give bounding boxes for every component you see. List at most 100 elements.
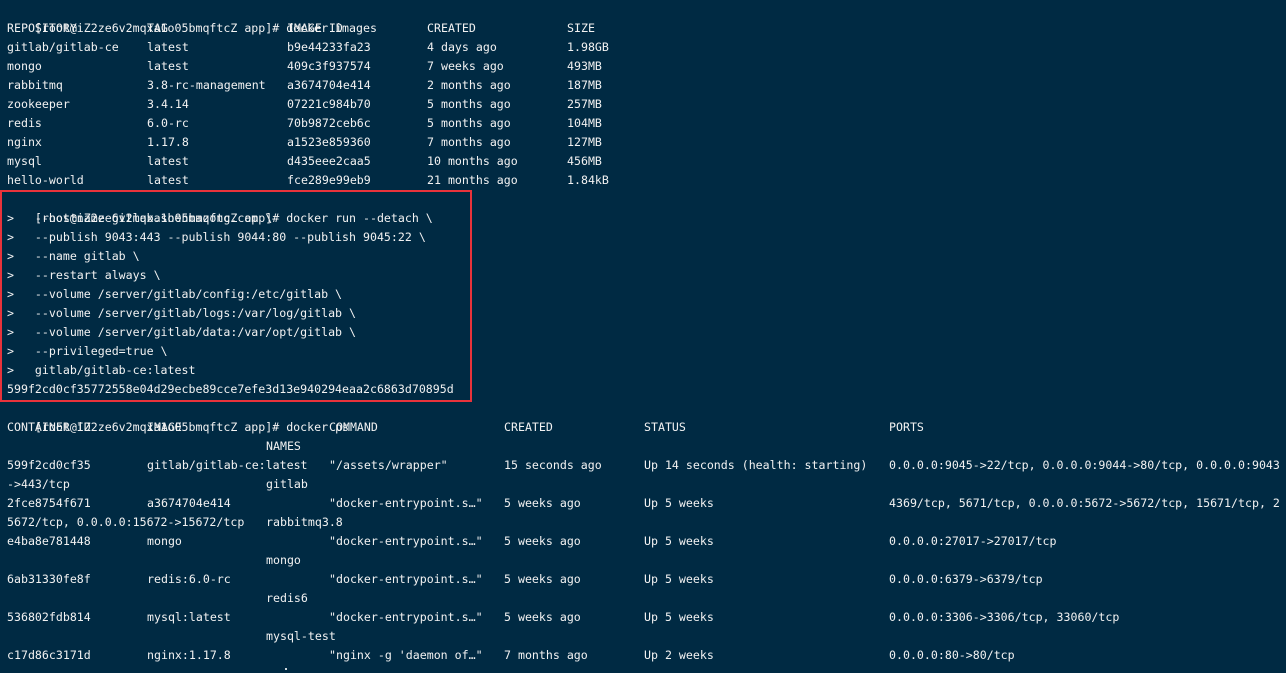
continuation-line: > --volume /server/gitlab/data:/var/opt/…: [7, 325, 357, 339]
image-id-cell: d435eee2caa5: [287, 154, 371, 168]
repository-cell: mysql: [7, 154, 42, 168]
size-cell: 257MB: [567, 97, 602, 111]
column-header-names: NAMES: [266, 439, 301, 453]
column-header-status: STATUS: [644, 420, 686, 434]
ps-table-row: 536802fdb814 mysql:latest "docker-entryp…: [7, 608, 1119, 627]
images-table-row: zookeeper 3.4.14 07221c984b70 5 months a…: [7, 95, 602, 114]
column-header-created: CREATED: [504, 420, 553, 434]
image-cell: a3674704e414: [147, 496, 231, 510]
size-cell: 187MB: [567, 78, 602, 92]
status-cell: Up 5 weeks: [644, 534, 714, 548]
image-cell: gitlab/gitlab-ce:latest: [147, 458, 308, 472]
ports-cell: 4369/tcp, 5671/tcp, 0.0.0.0:5672->5672/t…: [889, 496, 1280, 510]
created-cell: 5 months ago: [427, 116, 511, 130]
size-cell: 1.98GB: [567, 40, 609, 54]
column-header-created: CREATED: [427, 21, 476, 35]
names-cell: gitlab: [266, 477, 308, 491]
image-cell: mysql:latest: [147, 610, 231, 624]
ps-table-row: 6ab31330fe8f redis:6.0-rc "docker-entryp…: [7, 570, 1043, 589]
continuation-line: > --restart always \: [7, 268, 161, 282]
images-table-row: mysql latest d435eee2caa5 10 months ago …: [7, 152, 602, 171]
command-cell: "nginx -g 'daemon of…": [329, 648, 483, 662]
images-table-header: REPOSITORY TAG IMAGE ID CREATED SIZE: [7, 19, 595, 38]
created-cell: 15 seconds ago: [504, 458, 602, 472]
created-cell: 5 weeks ago: [504, 610, 581, 624]
repository-cell: gitlab/gitlab-ce: [7, 40, 119, 54]
created-cell: 5 weeks ago: [504, 534, 581, 548]
image-id-cell: fce289e99eb9: [287, 173, 371, 187]
image-id-cell: 70b9872ceb6c: [287, 116, 371, 130]
images-table-row: nginx 1.17.8 a1523e859360 7 months ago 1…: [7, 133, 602, 152]
terminal-window[interactable]: [root@iZ2ze6v2mqxa1o05bmqftcZ app]# dock…: [0, 0, 1286, 673]
container-id-output: 599f2cd0cf35772558e04d29ecbe89cce7efe3d1…: [7, 382, 454, 396]
prompt-line-ps: [root@iZ2ze6v2mqxa1o05bmqftcZ app]# dock…: [7, 399, 349, 434]
prompt-line-images: [root@iZ2ze6v2mqxa1o05bmqftcZ app]# dock…: [7, 0, 377, 35]
ps-table-row: 599f2cd0cf35 gitlab/gitlab-ce:latest "/a…: [7, 456, 1280, 475]
command-cell: "docker-entrypoint.s…": [329, 610, 483, 624]
container-id-cell: e4ba8e781448: [7, 534, 91, 548]
tag-cell: 1.17.8: [147, 135, 189, 149]
ports-cell: 0.0.0.0:3306->3306/tcp, 33060/tcp: [889, 610, 1120, 624]
size-cell: 127MB: [567, 135, 602, 149]
repository-cell: mongo: [7, 59, 42, 73]
created-cell: 5 weeks ago: [504, 496, 581, 510]
ps-table-row-wrap: redis6: [7, 589, 308, 608]
images-table-row: mongo latest 409c3f937574 7 weeks ago 49…: [7, 57, 602, 76]
ports-cell-continuation: 5672/tcp, 0.0.0.0:15672->15672/tcp: [7, 515, 245, 529]
repository-cell: redis: [7, 116, 42, 130]
status-cell: Up 5 weeks: [644, 496, 714, 510]
container-id-cell: 536802fdb814: [7, 610, 91, 624]
column-header-ports: PORTS: [889, 420, 924, 434]
status-cell: Up 5 weeks: [644, 610, 714, 624]
container-id-cell: 599f2cd0cf35: [7, 458, 91, 472]
ps-table-row: e4ba8e781448 mongo "docker-entrypoint.s……: [7, 532, 1057, 551]
status-cell: Up 2 weeks: [644, 648, 714, 662]
image-cell: redis:6.0-rc: [147, 572, 231, 586]
image-cell: mongo: [147, 534, 182, 548]
ports-cell: 0.0.0.0:27017->27017/tcp: [889, 534, 1057, 548]
tag-cell: 3.4.14: [147, 97, 189, 111]
repository-cell: zookeeper: [7, 97, 70, 111]
column-header-image-id: IMAGE ID: [287, 21, 343, 35]
image-id-cell: a3674704e414: [287, 78, 371, 92]
continuation-line: > --privileged=true \: [7, 344, 168, 358]
created-cell: 21 months ago: [427, 173, 518, 187]
repository-cell: nginx: [7, 135, 42, 149]
tag-cell: latest: [147, 40, 189, 54]
status-cell: Up 14 seconds (health: starting): [644, 458, 868, 472]
created-cell: 4 days ago: [427, 40, 497, 54]
images-table-row: rabbitmq 3.8-rc-management a3674704e414 …: [7, 76, 602, 95]
size-cell: 1.84kB: [567, 173, 609, 187]
image-id-cell: 07221c984b70: [287, 97, 371, 111]
ports-cell: 0.0.0.0:80->80/tcp: [889, 648, 1015, 662]
ports-cell: 0.0.0.0:9045->22/tcp, 0.0.0.0:9044->80/t…: [889, 458, 1280, 472]
tag-cell: latest: [147, 173, 189, 187]
created-cell: 5 months ago: [427, 97, 511, 111]
names-cell: redis6: [266, 591, 308, 605]
images-table-row: hello-world latest fce289e99eb9 21 month…: [7, 171, 609, 190]
continuation-line: > --hostname gitlab.shenmazong.com \: [7, 211, 273, 225]
column-header-command: COMMAND: [329, 420, 378, 434]
tag-cell: 3.8-rc-management: [147, 78, 266, 92]
ps-table-header: CONTAINER ID IMAGE COMMAND CREATED STATU…: [7, 418, 924, 437]
container-id-cell: 2fce8754f671: [7, 496, 91, 510]
images-table-row: redis 6.0-rc 70b9872ceb6c 5 months ago 1…: [7, 114, 602, 133]
created-cell: 7 months ago: [427, 135, 511, 149]
repository-cell: rabbitmq: [7, 78, 63, 92]
partial-text-glyph: [285, 668, 287, 670]
column-header-image: IMAGE: [147, 420, 182, 434]
created-cell: 2 months ago: [427, 78, 511, 92]
created-cell: 7 months ago: [504, 648, 588, 662]
ps-table-row: 2fce8754f671 a3674704e414 "docker-entryp…: [7, 494, 1280, 513]
command-cell: "docker-entrypoint.s…": [329, 534, 483, 548]
ports-cell: 0.0.0.0:6379->6379/tcp: [889, 572, 1043, 586]
continuation-line: > --name gitlab \: [7, 249, 140, 263]
size-cell: 456MB: [567, 154, 602, 168]
status-cell: Up 5 weeks: [644, 572, 714, 586]
container-id-cell: c17d86c3171d: [7, 648, 91, 662]
image-cell: nginx:1.17.8: [147, 648, 231, 662]
created-cell: 10 months ago: [427, 154, 518, 168]
created-cell: 5 weeks ago: [504, 572, 581, 586]
continuation-line: > --volume /server/gitlab/config:/etc/gi…: [7, 287, 343, 301]
size-cell: 493MB: [567, 59, 602, 73]
